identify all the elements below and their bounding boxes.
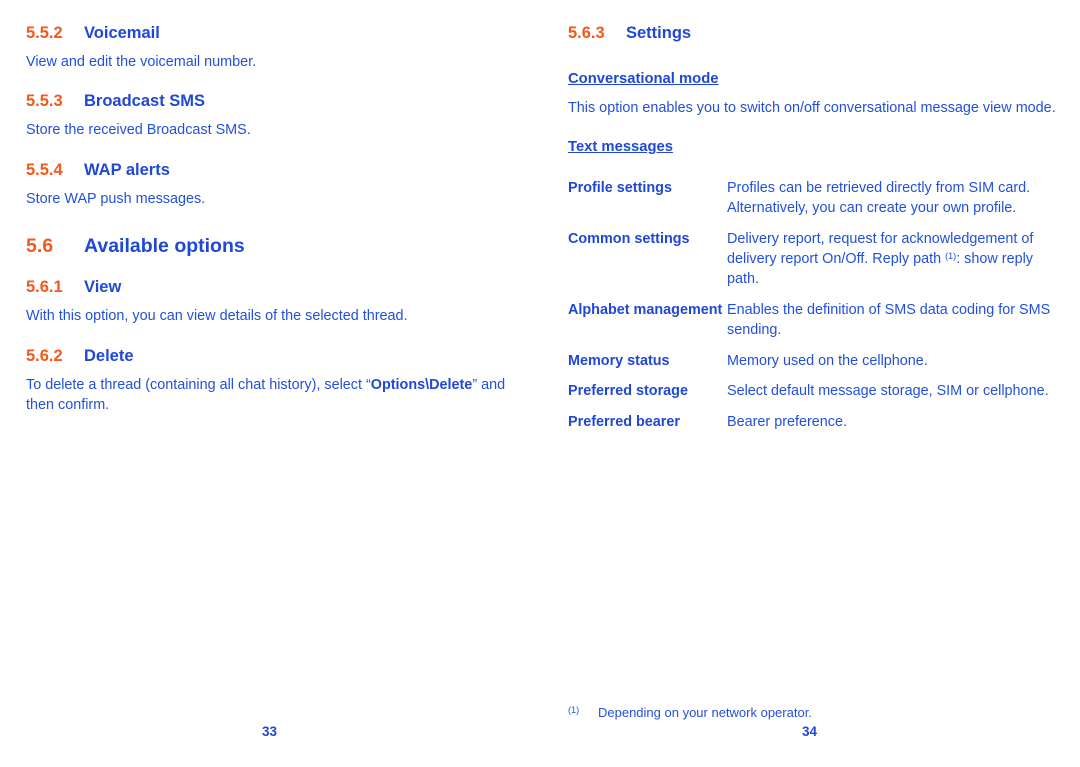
heading-number: 5.5.2 xyxy=(26,24,63,42)
heading-title: Available options xyxy=(84,235,245,258)
heading-number: 5.6.1 xyxy=(26,278,63,297)
paragraph-broadcast-sms: Store the received Broadcast SMS. xyxy=(26,122,251,139)
settings-definition-list: Profile settings Profiles can be retriev… xyxy=(568,179,1060,433)
heading-5-5-2: 5.5.2 Voicemail xyxy=(26,24,516,43)
definition-term: Preferred bearer xyxy=(568,414,680,431)
subhead-conversational-mode: Conversational mode xyxy=(568,71,719,87)
heading-5-6-1: 5.6.1 View xyxy=(26,278,516,297)
heading-title: Settings xyxy=(626,24,692,42)
definition-row: Profile settings Profiles can be retriev… xyxy=(568,179,1060,219)
definition-term: Alphabet management xyxy=(568,301,723,318)
footnote: (1) Depending on your network operator. xyxy=(568,705,812,720)
definition-row: Memory status Memory used on the cellpho… xyxy=(568,352,1060,372)
footnote-text: Depending on your network operator. xyxy=(598,705,812,720)
heading-title: Voicemail xyxy=(84,24,160,42)
heading-number: 5.6.2 xyxy=(26,346,63,365)
definition-description: Memory used on the cellphone. xyxy=(727,352,928,369)
page-number-left: 33 xyxy=(262,724,278,739)
subhead-text-messages: Text messages xyxy=(568,139,674,156)
heading-number: 5.5.4 xyxy=(26,160,63,179)
definition-row: Alphabet management Enables the definiti… xyxy=(568,301,1060,341)
definition-term: Memory status xyxy=(568,352,670,369)
left-page: 5.5.2 Voicemail View and edit the voicem… xyxy=(0,0,540,767)
definition-description: Delivery report, request for acknowledge… xyxy=(727,230,1060,290)
paragraph-conversational-mode: This option enables you to switch on/off… xyxy=(568,100,1056,116)
heading-title: View xyxy=(84,278,122,297)
heading-5-6: 5.6 Available options xyxy=(26,235,516,258)
paragraph-wap-alerts: Store WAP push messages. xyxy=(26,190,206,207)
definition-row: Preferred storage Select default message… xyxy=(568,382,1060,402)
definition-term: Profile settings xyxy=(568,180,672,197)
footnote-marker: (1) xyxy=(568,705,580,715)
heading-5-6-2: 5.6.2 Delete xyxy=(26,347,516,366)
heading-number: 5.6.3 xyxy=(568,24,605,42)
definition-row: Common settings Delivery report, request… xyxy=(568,230,1060,290)
heading-number: 5.5.3 xyxy=(26,92,63,111)
right-page: 5.6.3 Settings Conversational mode This … xyxy=(540,0,1080,767)
definition-description: Profiles can be retrieved directly from … xyxy=(727,180,1031,217)
definition-description: Select default message storage, SIM or c… xyxy=(727,383,1049,400)
paragraph-view: With this option, you can view details o… xyxy=(26,308,408,325)
definition-description: Bearer preference. xyxy=(727,414,847,431)
heading-number: 5.6 xyxy=(26,235,54,258)
definition-row: Preferred bearer Bearer preference. xyxy=(568,413,1060,433)
delete-menu-path: Options\Delete xyxy=(370,376,473,393)
heading-5-6-3: 5.6.3 Settings xyxy=(568,24,1060,43)
heading-title: WAP alerts xyxy=(84,160,170,179)
page-number-right: 34 xyxy=(802,724,818,739)
definition-term: Common settings xyxy=(568,231,690,248)
paragraph-voicemail: View and edit the voicemail number. xyxy=(26,54,257,70)
footnote-marker: (1) xyxy=(945,251,957,262)
heading-5-5-3: 5.5.3 Broadcast SMS xyxy=(26,92,516,111)
heading-title: Broadcast SMS xyxy=(84,92,206,111)
heading-title: Delete xyxy=(84,346,134,365)
heading-5-5-4: 5.5.4 WAP alerts xyxy=(26,161,516,180)
delete-text-before: To delete a thread (containing all chat … xyxy=(26,376,371,393)
page-spread: 5.5.2 Voicemail View and edit the voicem… xyxy=(0,0,1080,767)
paragraph-delete: To delete a thread (containing all chat … xyxy=(26,375,516,416)
definition-description: Enables the definition of SMS data codin… xyxy=(727,301,1051,338)
definition-term: Preferred storage xyxy=(568,383,688,400)
